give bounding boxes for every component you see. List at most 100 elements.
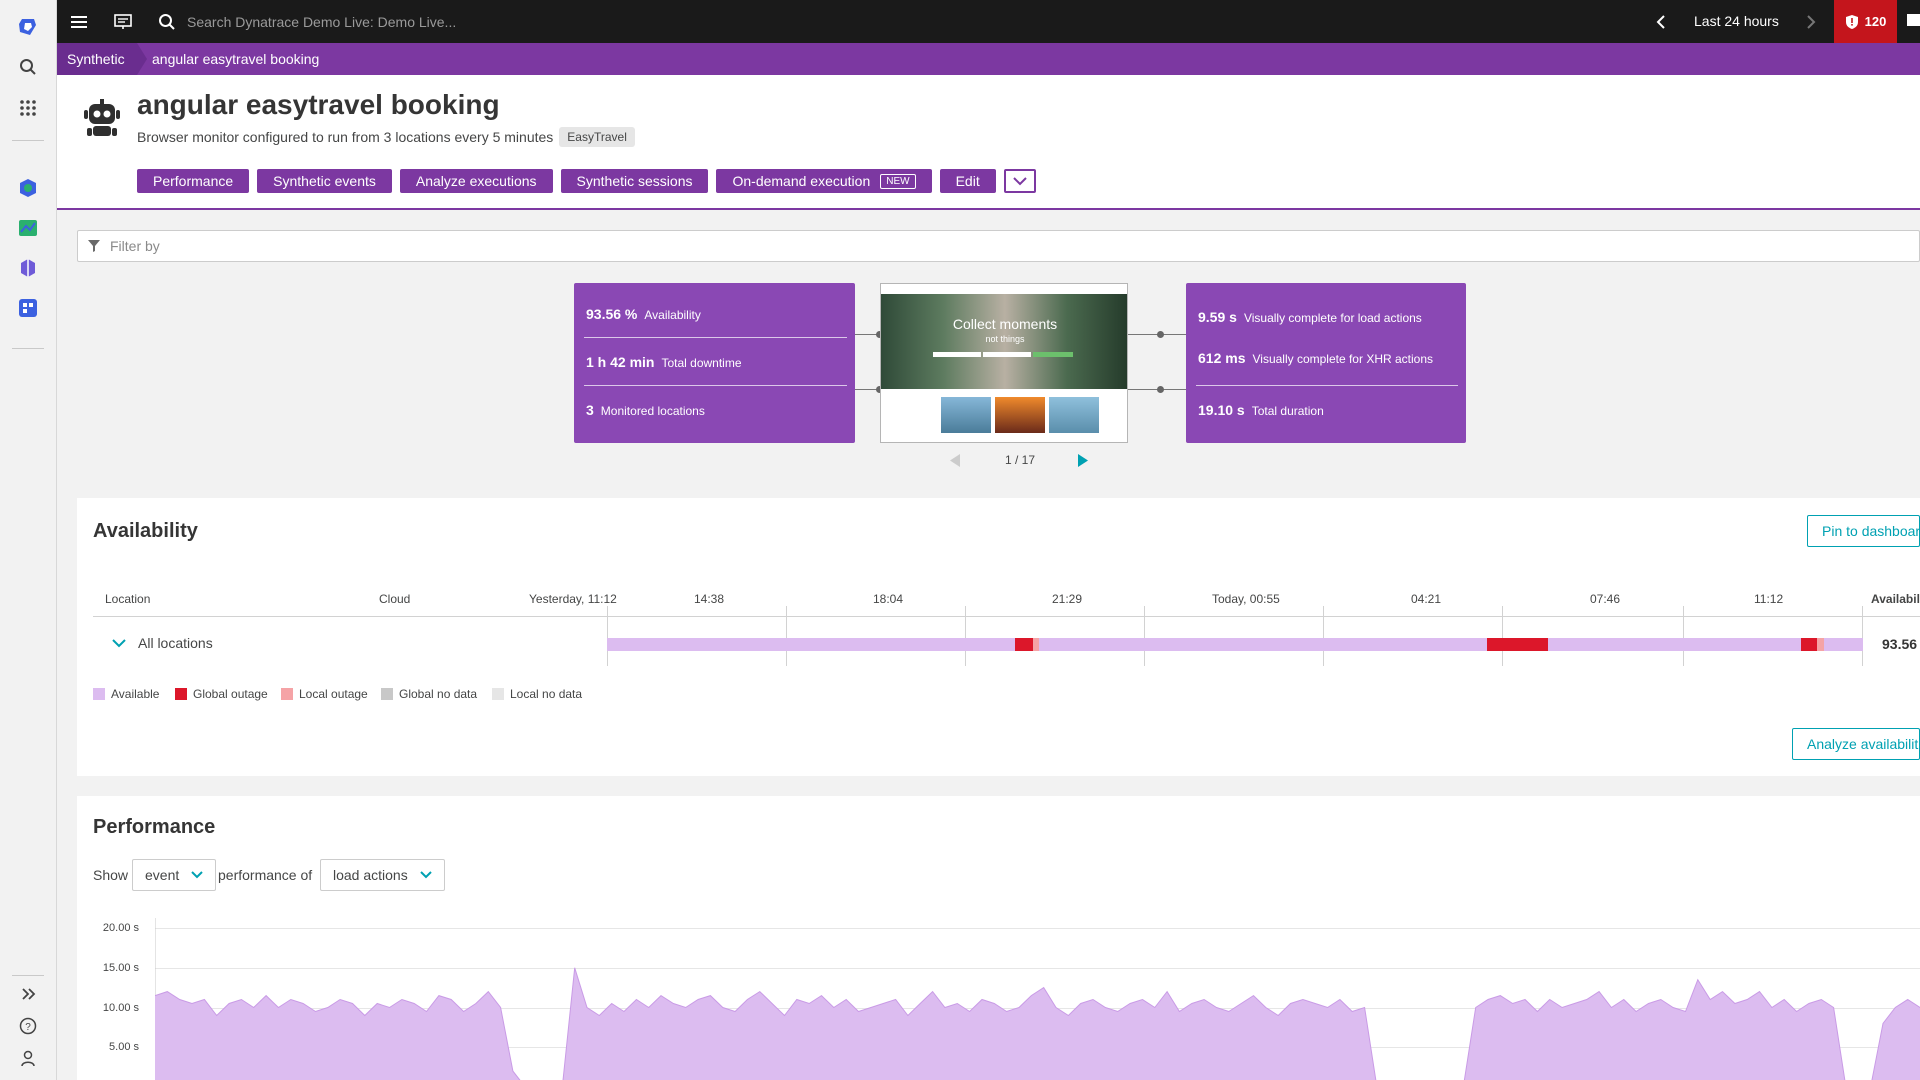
- local-outage-segment[interactable]: [1032, 638, 1040, 651]
- screenshot-destination-image: [1049, 397, 1099, 433]
- search-icon[interactable]: [16, 55, 40, 79]
- legend-global-no-data: Global no data: [381, 687, 477, 701]
- expand-rail-icon[interactable]: [16, 982, 40, 1006]
- edit-button[interactable]: Edit: [939, 169, 996, 193]
- timeline-gridline: [1862, 606, 1863, 666]
- local-outage-segment[interactable]: [1816, 638, 1825, 651]
- breadcrumb: Synthetic angular easytravel booking: [57, 43, 1920, 75]
- left-nav-rail: ?: [0, 0, 57, 1080]
- time-tick-label: Yesterday, 11:12: [529, 592, 617, 606]
- total-duration-label: Total duration: [1251, 404, 1324, 418]
- analyze-availability-button[interactable]: Analyze availabilit: [1792, 728, 1920, 760]
- breadcrumb-synthetic[interactable]: Synthetic: [57, 43, 137, 75]
- screenshot-pager-text: 1 / 17: [1005, 453, 1036, 467]
- legend-local-no-data: Local no data: [492, 687, 582, 701]
- filter-input[interactable]: [110, 238, 710, 254]
- synthetic-events-button[interactable]: Synthetic events: [257, 169, 392, 193]
- analyze-executions-button[interactable]: Analyze executions: [399, 169, 553, 193]
- pin-to-dashboard-button[interactable]: Pin to dashboar: [1807, 515, 1920, 547]
- legend-swatch: [93, 688, 105, 700]
- column-header-cloud[interactable]: Cloud: [379, 592, 410, 606]
- y-axis-tick: 5.00 s: [109, 1041, 139, 1053]
- timeline-gridline: [1144, 606, 1145, 666]
- legend-label: Available: [111, 687, 160, 701]
- screenshot-subline: not things: [985, 334, 1025, 344]
- total-duration-value: 19.10 s: [1198, 402, 1245, 418]
- timeline-gridline: [786, 606, 787, 666]
- monitor-description: Browser monitor configured to run from 3…: [137, 127, 635, 147]
- action-buttons: Performance Synthetic events Analyze exe…: [137, 169, 1036, 193]
- performance-summary-card[interactable]: 9.59 s Visually complete for load actions…: [1186, 283, 1466, 443]
- connector-dot: [1157, 331, 1164, 338]
- event-type-select[interactable]: event: [132, 859, 217, 891]
- legend-swatch: [175, 688, 187, 700]
- performance-chart[interactable]: [155, 918, 1920, 1080]
- dynatrace-logo-icon[interactable]: [16, 15, 40, 39]
- previous-screenshot-icon[interactable]: [950, 454, 960, 467]
- on-demand-execution-button[interactable]: On-demand execution NEW: [716, 169, 932, 193]
- timeline-gridline: [1323, 606, 1324, 666]
- apps-launcher-icon[interactable]: [16, 296, 40, 320]
- y-axis-tick: 15.00 s: [102, 962, 139, 974]
- global-outage-segment[interactable]: [1015, 638, 1033, 651]
- search-icon[interactable]: [155, 10, 179, 34]
- load-visually-complete-value: 9.59 s: [1198, 309, 1237, 325]
- downtime-label: Total downtime: [661, 356, 742, 370]
- dashboards-app-icon[interactable]: [16, 216, 40, 240]
- infrastructure-app-icon[interactable]: [16, 256, 40, 280]
- chevron-down-icon[interactable]: [112, 638, 126, 648]
- legend-label: Global outage: [193, 687, 268, 701]
- filter-icon: [88, 240, 100, 252]
- new-badge: NEW: [880, 173, 916, 189]
- card-divider: [1196, 385, 1458, 386]
- apps-grid-icon[interactable]: [16, 96, 40, 120]
- event-type-value: event: [145, 867, 180, 883]
- performance-series-area[interactable]: [155, 967, 1920, 1080]
- action-type-select[interactable]: load actions: [320, 859, 445, 891]
- menu-icon[interactable]: [67, 10, 91, 34]
- time-tick-label: 04:21: [1411, 592, 1442, 606]
- chevron-right-icon[interactable]: [1799, 10, 1823, 34]
- locations-value: 3: [586, 402, 594, 418]
- more-actions-button[interactable]: [1003, 169, 1036, 193]
- column-header-availability[interactable]: Availabili: [1871, 592, 1920, 606]
- execution-screenshot[interactable]: Collect moments not things: [880, 283, 1128, 443]
- time-tick-label: 21:29: [1052, 592, 1083, 606]
- availability-value: 93.56 %: [586, 306, 638, 322]
- legend-swatch: [281, 688, 293, 700]
- availability-percentage: 93.56: [1882, 636, 1918, 652]
- time-tick-label: 07:46: [1590, 592, 1621, 606]
- problems-button[interactable]: 120: [1834, 0, 1897, 43]
- legend-available: Available: [93, 687, 159, 701]
- notifications-icon[interactable]: [1907, 14, 1920, 26]
- xhr-visually-complete-label: Visually complete for XHR actions: [1252, 352, 1434, 366]
- global-outage-segment[interactable]: [1801, 638, 1817, 651]
- global-outage-segment[interactable]: [1487, 638, 1548, 651]
- performance-button[interactable]: Performance: [137, 169, 250, 193]
- synthetic-sessions-button[interactable]: Synthetic sessions: [560, 169, 709, 193]
- search-input[interactable]: [187, 11, 687, 33]
- availability-summary-card[interactable]: 93.56 % Availability 1 h 42 min Total down…: [574, 283, 855, 443]
- robot-icon: [84, 99, 120, 139]
- user-icon[interactable]: [16, 1046, 40, 1070]
- location-row-all[interactable]: All locations: [112, 635, 213, 651]
- chevron-down-icon: [191, 871, 203, 879]
- screenshot-headline: Collect moments: [952, 316, 1058, 332]
- presentation-icon[interactable]: [111, 10, 135, 34]
- tag-easytravel[interactable]: EasyTravel: [559, 127, 635, 147]
- breadcrumb-current: angular easytravel booking: [152, 51, 320, 67]
- help-icon[interactable]: ?: [16, 1014, 40, 1038]
- page-title: angular easytravel booking: [137, 89, 500, 120]
- legend-label: Local no data: [510, 687, 583, 701]
- legend-local-outage: Local outage: [281, 687, 368, 701]
- availability-panel: Availability Pin to dashboar Location Cl…: [77, 498, 1920, 776]
- show-label: Show: [93, 867, 129, 883]
- rail-divider: [12, 975, 44, 976]
- kubernetes-app-icon[interactable]: [16, 176, 40, 200]
- next-screenshot-icon[interactable]: [1078, 454, 1088, 467]
- monitor-description-text: Browser monitor configured to run from 3…: [137, 129, 554, 145]
- timeframe-selector[interactable]: Last 24 hours: [1694, 13, 1779, 29]
- column-header-location[interactable]: Location: [105, 592, 150, 606]
- chevron-left-icon[interactable]: [1649, 10, 1673, 34]
- availability-timeline[interactable]: [607, 638, 1863, 651]
